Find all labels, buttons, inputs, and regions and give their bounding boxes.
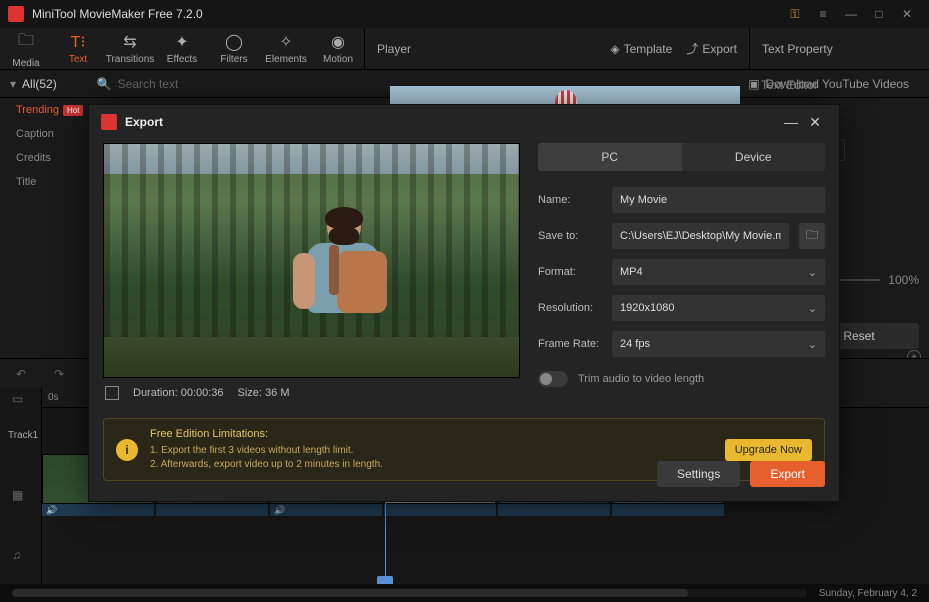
filters-icon: ◯ <box>225 32 243 52</box>
export-icon: ⤴ <box>686 40 698 57</box>
transitions-icon: ⇆ <box>123 32 136 52</box>
chevron-down-icon: ⌄ <box>808 302 817 315</box>
menu-icon[interactable]: ≡ <box>809 0 837 28</box>
limits-line2: 2. Afterwards, export video up to 2 minu… <box>150 459 383 470</box>
chevron-down-icon: ⌄ <box>808 266 817 279</box>
motion-icon: ◉ <box>331 32 345 52</box>
cat-title[interactable]: Title <box>0 170 90 194</box>
preview-info: Duration: 00:00:36 Size: 36 M <box>103 378 520 408</box>
export-tabs: PC Device <box>538 143 825 171</box>
app-title: MiniTool MovieMaker Free 7.2.0 <box>32 7 781 21</box>
track1-label: Track1 <box>8 430 38 441</box>
h-scrollbar[interactable] <box>12 589 807 597</box>
tab-device[interactable]: Device <box>682 143 826 171</box>
category-list: TrendingHot Caption Credits Title <box>0 98 90 194</box>
cat-caption[interactable]: Caption <box>0 122 90 146</box>
framerate-label: Frame Rate: <box>538 338 602 350</box>
ruler-zero: 0s <box>48 392 59 403</box>
statusbar: Sunday, February 4, 2 <box>0 584 929 602</box>
undo-icon[interactable]: ↶ <box>12 367 30 381</box>
resolution-select[interactable]: 1920x1080⌄ <box>612 295 825 321</box>
modal-close-icon[interactable]: ✕ <box>803 114 827 131</box>
main-toolbar: 🗀Media T⁝Text ⇆Transitions ✦Effects ◯Fil… <box>0 28 929 70</box>
saveto-label: Save to: <box>538 230 602 242</box>
text-icon: T⁝ <box>71 32 86 52</box>
modal-minimize-icon[interactable]: — <box>779 114 803 130</box>
cat-trending[interactable]: TrendingHot <box>0 98 90 122</box>
export-form: PC Device Name: Save to: 🗀 Format: MP4⌄ … <box>538 143 825 408</box>
status-date: Sunday, February 4, 2 <box>819 588 917 599</box>
chevron-down-icon: ⌄ <box>808 338 817 351</box>
save-card-icon[interactable] <box>105 386 119 400</box>
export-modal: Export — ✕ Duration: 00:00:36 Size: 36 M… <box>88 104 840 502</box>
elements-icon: ✧ <box>279 32 292 52</box>
trim-audio-toggle[interactable] <box>538 371 568 387</box>
license-key-icon[interactable]: ⚿ <box>781 0 809 28</box>
text-editor-label: Text Editor <box>749 70 929 100</box>
modal-title-text: Export <box>125 115 779 129</box>
hot-badge: Hot <box>63 105 83 116</box>
tool-text[interactable]: T⁝Text <box>52 28 104 69</box>
opacity-value: 100% <box>888 273 919 287</box>
limits-heading: Free Edition Limitations: <box>150 427 713 442</box>
info-icon: i <box>116 439 138 461</box>
resolution-label: Resolution: <box>538 302 602 314</box>
track-sidebar: ▭ Track1 ▦ ♫ <box>0 388 42 584</box>
app-logo-icon <box>8 6 24 22</box>
export-preview <box>103 143 520 378</box>
audio-track-icon[interactable]: ♫ <box>12 548 21 562</box>
cat-credits[interactable]: Credits <box>0 146 90 170</box>
tool-elements[interactable]: ✧Elements <box>260 28 312 69</box>
scrollbar-thumb[interactable] <box>12 589 688 597</box>
speaker-icon: 🔊 <box>274 505 285 516</box>
property-header: Text Property <box>749 28 929 69</box>
tool-filters[interactable]: ◯Filters <box>208 28 260 69</box>
tab-pc[interactable]: PC <box>538 143 682 171</box>
framerate-select[interactable]: 24 fps⌄ <box>612 331 825 357</box>
browse-folder-icon[interactable]: 🗀 <box>799 223 825 249</box>
search-icon: 🔍 <box>97 77 112 91</box>
window-titlebar: MiniTool MovieMaker Free 7.2.0 ⚿ ≡ — □ ✕ <box>0 0 929 28</box>
timeline-icon[interactable]: ▭ <box>12 392 23 406</box>
settings-button[interactable]: Settings <box>657 461 740 487</box>
player-header: Player ◈Template ⤴Export <box>364 28 749 69</box>
name-label: Name: <box>538 194 602 206</box>
export-button-header[interactable]: ⤴Export <box>686 40 737 57</box>
export-button[interactable]: Export <box>750 461 825 487</box>
saveto-input[interactable] <box>612 223 789 249</box>
preview-person-graphic <box>299 209 389 349</box>
player-title: Player <box>377 42 596 56</box>
tool-media[interactable]: 🗀Media <box>0 28 52 69</box>
expand-icon[interactable]: ▾ <box>10 77 16 91</box>
effects-icon: ✦ <box>175 32 188 52</box>
minimize-icon[interactable]: — <box>837 0 865 28</box>
tool-transitions[interactable]: ⇆Transitions <box>104 28 156 69</box>
maximize-icon[interactable]: □ <box>865 0 893 28</box>
name-input[interactable] <box>612 187 825 213</box>
close-icon[interactable]: ✕ <box>893 0 921 28</box>
template-button[interactable]: ◈Template <box>610 42 672 56</box>
trim-audio-label: Trim audio to video length <box>578 373 704 385</box>
redo-icon[interactable]: ↷ <box>50 367 68 381</box>
modal-logo-icon <box>101 114 117 130</box>
size-value: 36 M <box>265 387 289 399</box>
duration-value: 00:00:36 <box>181 387 224 399</box>
tool-motion[interactable]: ◉Motion <box>312 28 364 69</box>
image-track-icon[interactable]: ▦ <box>12 488 23 502</box>
folder-icon: 🗀 <box>18 29 34 56</box>
format-label: Format: <box>538 266 602 278</box>
format-select[interactable]: MP4⌄ <box>612 259 825 285</box>
all-count[interactable]: All(52) <box>22 77 57 91</box>
limits-line1: 1. Export the first 3 videos without len… <box>150 445 353 456</box>
upgrade-now-button[interactable]: Upgrade Now <box>725 439 812 461</box>
modal-titlebar: Export — ✕ <box>89 105 839 139</box>
search-input[interactable]: 🔍Search text <box>97 77 179 91</box>
template-icon: ◈ <box>610 42 619 56</box>
speaker-icon: 🔊 <box>46 505 57 516</box>
tool-effects[interactable]: ✦Effects <box>156 28 208 69</box>
